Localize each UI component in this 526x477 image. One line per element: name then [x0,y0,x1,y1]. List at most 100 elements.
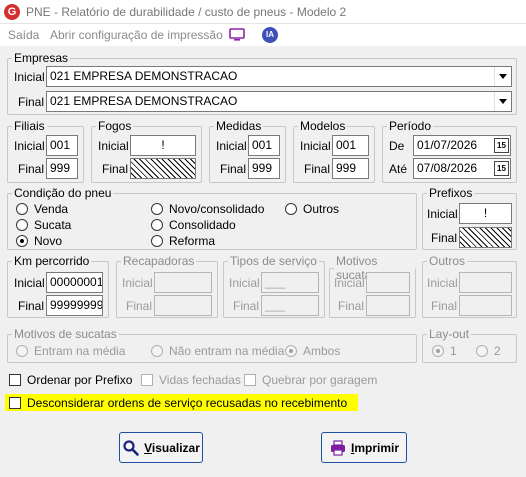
tipos-servico-inicial-label: Inicial [229,276,260,290]
calendar-icon[interactable]: 15 [494,161,509,176]
ordenar-prefixo-checkbox[interactable] [9,374,21,386]
tipo-servico-final-input[interactable]: ___ [261,295,319,316]
periodo-de-value: 01/07/2026 [417,138,478,152]
outros-legend: Outros [429,254,466,268]
motivo-sucata-inicial-input[interactable] [366,272,410,293]
radio-novo-consolidado[interactable] [151,203,163,215]
periodo-de-label: De [389,139,405,153]
quebrar-garagem-label: Quebrar por garagem [262,373,378,387]
radio-entram-media[interactable] [16,345,28,357]
modelos-inicial-label: Inicial [300,139,331,153]
radio-reforma[interactable] [151,235,163,247]
medida-inicial-input[interactable]: 001 [248,135,280,156]
recapadora-inicial-input[interactable] [154,272,212,293]
radio-venda-label: Venda [34,202,69,216]
outro-final-input[interactable] [459,295,512,316]
visualizar-label: Visualizar [144,440,200,455]
motivo-sucata-final-input[interactable] [366,295,410,316]
fogos-inicial-label: Inicial [98,139,129,153]
periodo-de-input[interactable]: 01/07/2026 15 [413,135,511,156]
calendar-icon[interactable]: 15 [494,138,509,153]
chevron-down-icon[interactable] [494,67,511,86]
medidas-inicial-label: Inicial [216,139,247,153]
monitor-icon[interactable] [229,28,245,41]
fogos-final-label: Final [102,162,129,176]
radio-ambos-label: Ambos [303,344,341,358]
motivos-sucatas-legend: Motivos de sucatas [14,327,117,341]
filial-inicial-input[interactable]: 001 [46,135,78,156]
empresa-inicial-combo[interactable]: 021 EMPRESA DEMONSTRACAO [46,66,512,87]
imprimir-label: Imprimir [350,440,400,455]
modelos-legend: Modelos [300,119,346,133]
app-logo-icon: G [4,4,20,20]
periodo-ate-input[interactable]: 07/08/2026 15 [413,158,511,179]
prefixo-inicial-input[interactable]: ! [459,203,512,224]
periodo-ate-value: 07/08/2026 [417,161,478,175]
condicao-legend: Condição do pneu [14,186,112,200]
recapadora-final-input[interactable] [154,295,212,316]
imprimir-button[interactable]: Imprimir [321,432,407,463]
layout-legend: Lay-out [429,327,470,341]
modelos-final-label: Final [304,162,331,176]
motivos-sucata-inicial-label: Inicial [334,276,365,290]
radio-layout-1[interactable] [432,345,444,357]
visualizar-button[interactable]: Visualizar [119,432,203,463]
periodo-ate-label: Até [389,162,408,176]
km-final-input[interactable]: 99999999 [46,295,103,316]
vidas-fechadas-checkbox[interactable] [141,374,153,386]
recapadoras-inicial-label: Inicial [122,276,153,290]
motivos-sucata-final-label: Final [338,299,365,313]
radio-layout-2-label: 2 [494,344,501,358]
prefixos-legend: Prefixos [429,186,473,200]
radio-outros[interactable] [285,203,297,215]
filial-final-input[interactable]: 999 [46,158,78,179]
radio-ambos[interactable] [285,345,297,357]
empresa-inicial-value: 021 EMPRESA DEMONSTRACAO [50,69,238,83]
radio-consolidado[interactable] [151,219,163,231]
radio-novo[interactable] [16,235,28,247]
medidas-legend: Medidas [216,119,262,133]
recapadoras-final-label: Final [126,299,153,313]
radio-nao-entram-media-label: Não entram na média [169,344,285,358]
empresas-final-label: Final [18,95,45,109]
magnifier-icon [123,439,139,456]
fogo-final-input[interactable] [130,158,196,179]
km-inicial-label: Inicial [14,276,45,290]
radio-nao-entram-media[interactable] [151,345,163,357]
periodo-legend: Período [389,119,432,133]
outros-inicial-label: Inicial [427,276,458,290]
radio-sucata[interactable] [16,219,28,231]
radio-layout-1-label: 1 [450,344,457,358]
menu-exit[interactable]: Saída [8,28,39,42]
modelo-inicial-input[interactable]: 001 [332,135,369,156]
radio-consolidado-label: Consolidado [169,218,236,232]
prefixo-final-input[interactable] [459,227,512,248]
medidas-final-label: Final [220,162,247,176]
filiais-legend: Filiais [14,119,45,133]
recapadoras-legend: Recapadoras [123,254,195,268]
km-legend: Km percorrido [14,254,90,268]
empresa-final-combo[interactable]: 021 EMPRESA DEMONSTRACAO [46,91,512,112]
medida-final-input[interactable]: 999 [248,158,280,179]
vidas-fechadas-label: Vidas fechadas [159,373,241,387]
radio-novo-label: Novo [34,234,63,248]
ia-icon[interactable]: IA [262,27,278,43]
ordenar-prefixo-label: Ordenar por Prefixo [27,373,133,387]
modelo-final-input[interactable]: 999 [332,158,369,179]
outro-inicial-input[interactable] [459,272,512,293]
desconsiderar-checkbox[interactable] [9,397,21,409]
printer-icon [330,439,345,456]
radio-venda[interactable] [16,203,28,215]
window-title: PNE - Relatório de durabilidade / custo … [26,5,347,19]
fogo-inicial-input[interactable]: ! [130,135,196,156]
tipo-servico-inicial-input[interactable]: ___ [261,272,319,293]
radio-layout-2[interactable] [476,345,488,357]
quebrar-garagem-checkbox[interactable] [244,374,256,386]
chevron-down-icon[interactable] [494,92,511,111]
km-final-label: Final [18,299,45,313]
km-inicial-input[interactable]: 00000001 [46,272,103,293]
radio-reforma-label: Reforma [169,234,216,248]
outros-final-label: Final [431,299,458,313]
menu-print-config[interactable]: Abrir configuração de impressão [50,28,223,42]
radio-entram-media-label: Entram na média [34,344,126,358]
